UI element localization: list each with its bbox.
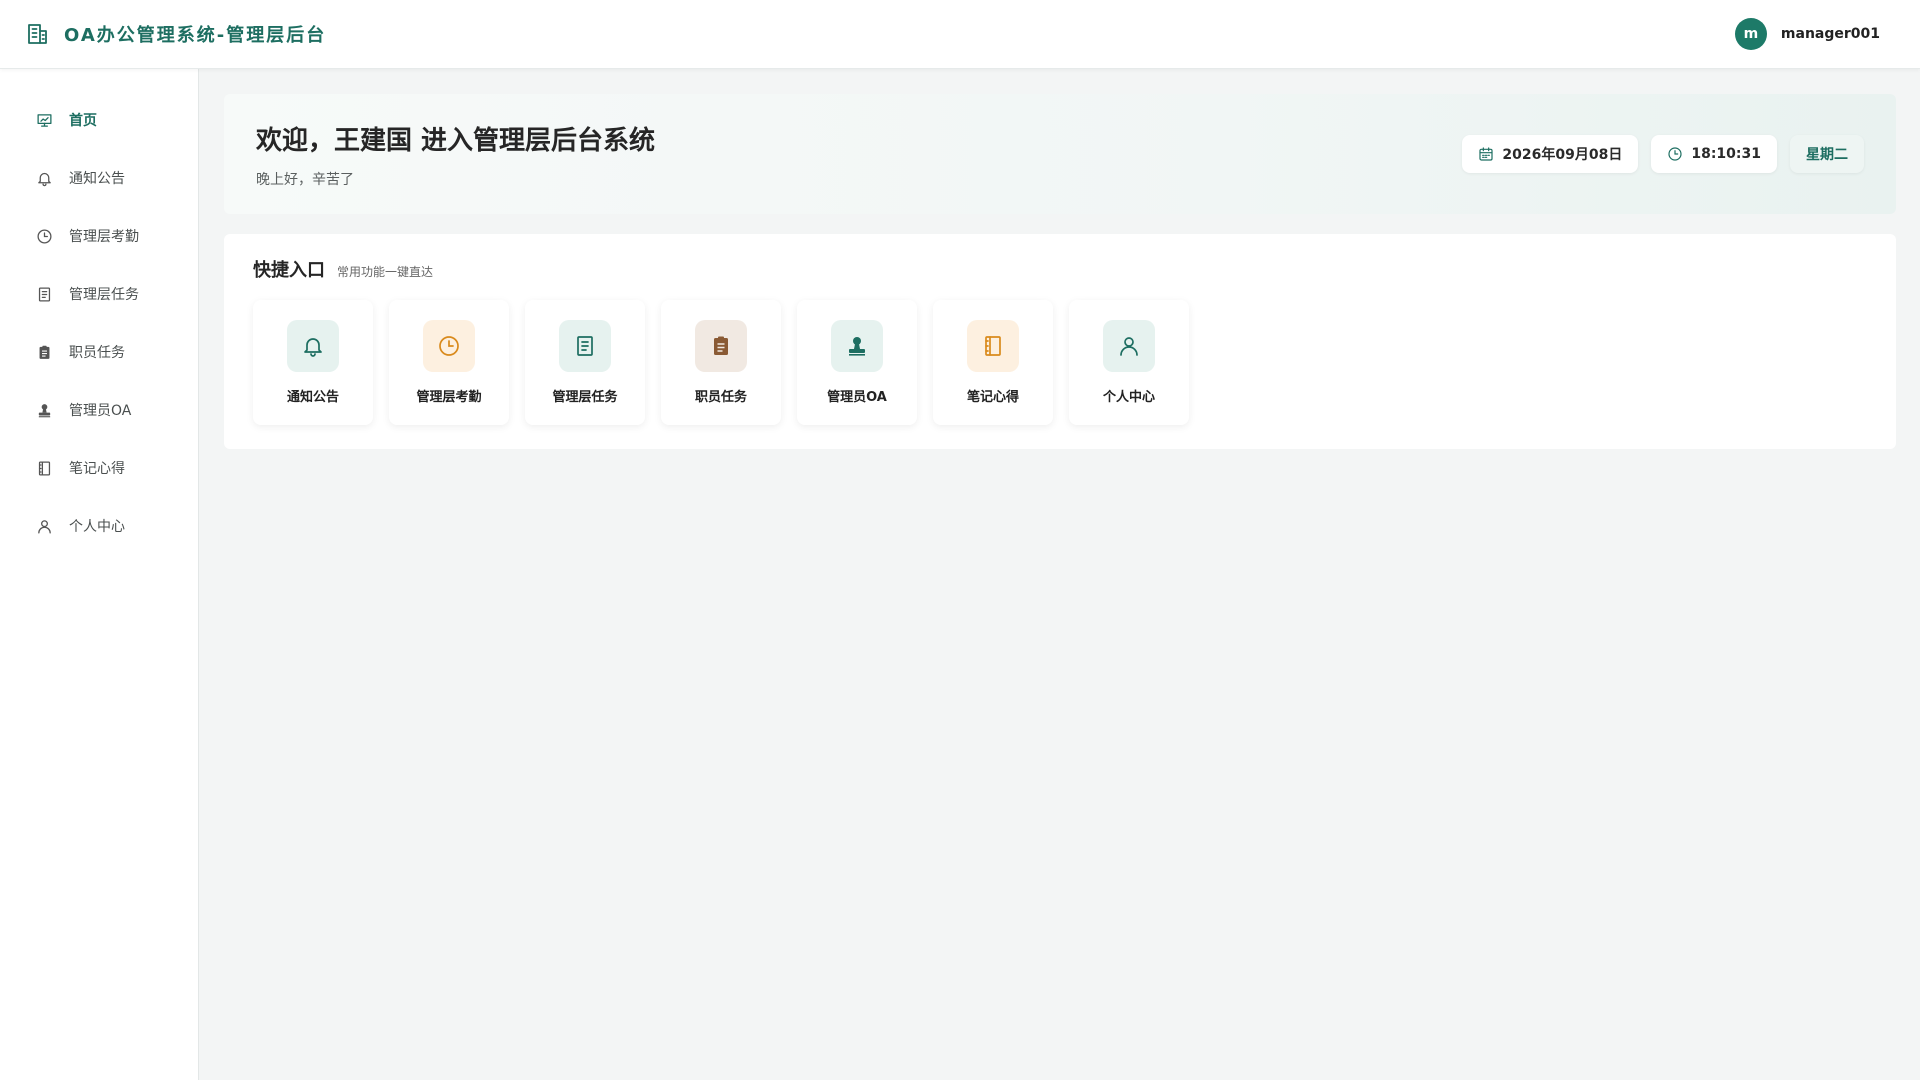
app-title: OA办公管理系统-管理层后台 (64, 25, 327, 46)
quick-tile-staff-tasks[interactable]: 职员任务 (661, 300, 781, 425)
quick-access-header: 快捷入口 常用功能一键直达 (253, 256, 1867, 282)
document-icon (559, 320, 611, 372)
quick-access-title: 快捷入口 (253, 260, 325, 281)
quick-tile-admin-oa[interactable]: 管理员OA (797, 300, 917, 425)
clipboard-icon (695, 320, 747, 372)
quick-tile-label: 管理员OA (827, 390, 887, 405)
sidebar-item-manager-tasks[interactable]: 管理层任务 (0, 265, 198, 323)
main-content: 欢迎，王建国 进入管理层后台系统 晚上好，辛苦了 2026年09月08日 18:… (224, 94, 1896, 449)
sidebar-item-admin-oa[interactable]: 管理员OA (0, 381, 198, 439)
sidebar-item-label: 管理员OA (69, 403, 132, 419)
sidebar-item-label: 首页 (69, 113, 97, 129)
clock-icon (1668, 147, 1682, 161)
username[interactable]: manager001 (1781, 26, 1880, 42)
quick-tile-label: 管理层任务 (552, 390, 618, 405)
quick-tile-label: 笔记心得 (966, 390, 1019, 405)
weekday-chip: 星期二 (1790, 135, 1864, 173)
clipboard-icon (35, 343, 53, 361)
weekday-text: 星期二 (1806, 147, 1848, 163)
quick-tile-label: 个人中心 (1102, 390, 1155, 405)
quick-access-panel: 快捷入口 常用功能一键直达 通知公告 管理层考勤 管理层任务 职员任务 管理员O… (224, 234, 1896, 449)
document-icon (35, 285, 53, 303)
sidebar-item-attendance[interactable]: 管理层考勤 (0, 207, 198, 265)
time-text: 18:10:31 (1691, 146, 1761, 162)
sidebar-item-profile[interactable]: 个人中心 (0, 497, 198, 555)
clock-icon (423, 320, 475, 372)
quick-access-subtitle: 常用功能一键直达 (337, 265, 434, 279)
date-chip: 2026年09月08日 (1462, 135, 1639, 173)
avatar[interactable]: m (1734, 18, 1767, 50)
office-building-icon (26, 22, 50, 46)
sidebar-item-notices[interactable]: 通知公告 (0, 149, 198, 207)
sidebar-item-label: 个人中心 (69, 519, 125, 535)
sidebar-item-label: 职员任务 (69, 345, 125, 361)
welcome-subtitle: 晚上好，辛苦了 (256, 171, 354, 188)
sidebar-item-label: 管理层考勤 (69, 229, 139, 245)
quick-tile-label: 职员任务 (694, 390, 747, 405)
welcome-text: 欢迎，王建国 进入管理层后台系统 晚上好，辛苦了 (256, 120, 655, 189)
date-text: 2026年09月08日 (1502, 147, 1623, 163)
notebook-icon (967, 320, 1019, 372)
quick-tile-label: 管理层考勤 (416, 390, 482, 405)
bell-icon (287, 320, 339, 372)
sidebar-item-home[interactable]: 首页 (0, 91, 198, 149)
quick-tile-attendance[interactable]: 管理层考勤 (389, 300, 509, 425)
quick-tile-profile[interactable]: 个人中心 (1069, 300, 1189, 425)
quick-access-tiles: 通知公告 管理层考勤 管理层任务 职员任务 管理员OA 笔记心得 个人中心 (253, 300, 1867, 425)
sidebar-item-notes[interactable]: 笔记心得 (0, 439, 198, 497)
datetime-chips: 2026年09月08日 18:10:31 星期二 (1462, 135, 1864, 173)
stamp-icon (831, 320, 883, 372)
quick-tile-manager-tasks[interactable]: 管理层任务 (525, 300, 645, 425)
sidebar-item-staff-tasks[interactable]: 职员任务 (0, 323, 198, 381)
welcome-banner: 欢迎，王建国 进入管理层后台系统 晚上好，辛苦了 2026年09月08日 18:… (224, 94, 1896, 214)
sidebar: 首页 通知公告 管理层考勤 管理层任务 职员任务 管理员OA 笔记心得 个人中心 (0, 69, 199, 1080)
top-header: OA办公管理系统-管理层后台 m manager001 (0, 0, 1920, 69)
brand: OA办公管理系统-管理层后台 (26, 21, 326, 47)
user-icon (35, 517, 53, 535)
sidebar-item-label: 管理层任务 (69, 287, 139, 303)
stamp-icon (35, 401, 53, 419)
dashboard-icon (35, 111, 53, 129)
quick-tile-notes[interactable]: 笔记心得 (933, 300, 1053, 425)
calendar-icon (1479, 147, 1494, 161)
user-icon (1103, 320, 1155, 372)
time-chip: 18:10:31 (1651, 135, 1777, 173)
welcome-title: 欢迎，王建国 进入管理层后台系统 (256, 125, 656, 156)
bell-icon (35, 169, 53, 187)
clock-icon (35, 227, 53, 245)
notebook-icon (35, 459, 53, 477)
user-menu[interactable]: m manager001 (1734, 18, 1880, 50)
quick-tile-notices[interactable]: 通知公告 (253, 300, 373, 425)
sidebar-item-label: 通知公告 (69, 171, 125, 187)
quick-tile-label: 通知公告 (286, 390, 339, 405)
sidebar-item-label: 笔记心得 (69, 461, 125, 477)
